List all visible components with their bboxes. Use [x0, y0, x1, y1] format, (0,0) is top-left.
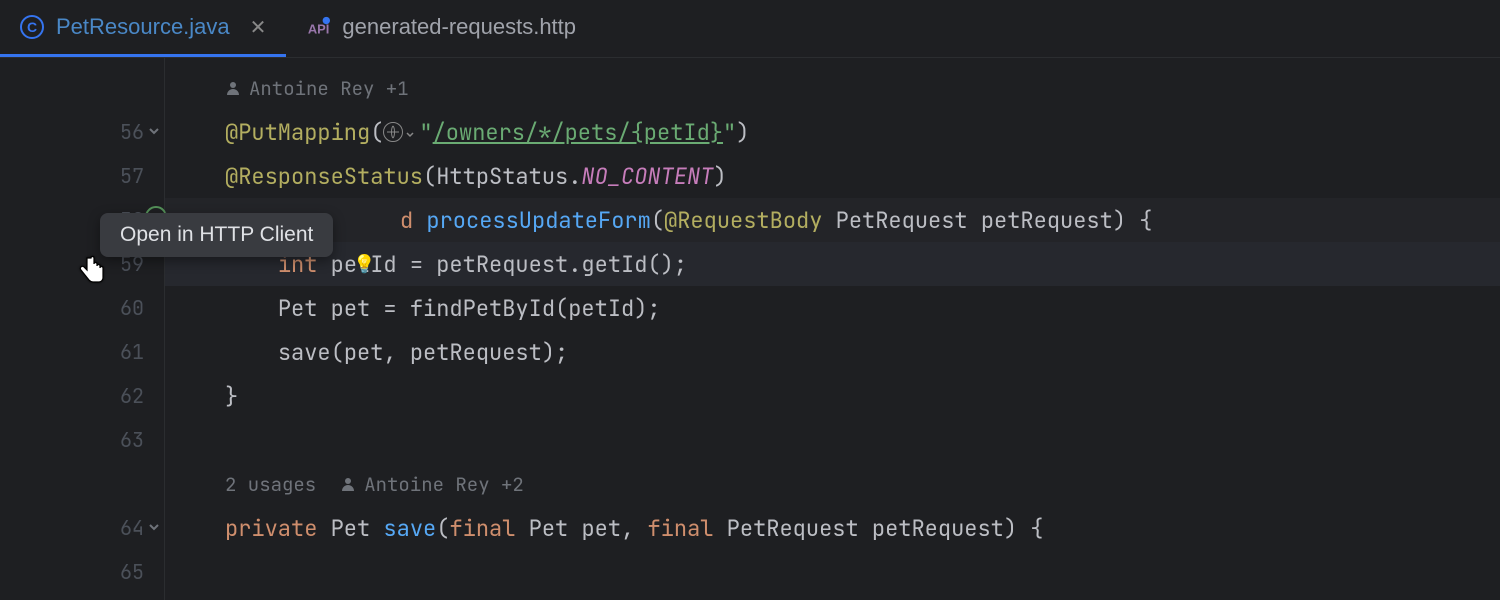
code-vision-hint[interactable]: 2 usages Antoine Rey +2 — [165, 462, 1500, 506]
fold-icon[interactable] — [146, 515, 162, 541]
code-line[interactable] — [165, 418, 1500, 462]
fold-icon[interactable] — [146, 119, 162, 145]
svg-text:C: C — [27, 19, 37, 35]
code-line[interactable]: @ResponseStatus(HttpStatus.NO_CONTENT) — [165, 154, 1500, 198]
code-line[interactable]: @PutMapping("/owners/*/pets/{petId}") — [165, 110, 1500, 154]
bulb-icon[interactable]: 💡 — [353, 253, 375, 276]
line-number[interactable]: 63 — [0, 418, 164, 462]
line-number[interactable]: 56 — [0, 110, 164, 154]
line-number[interactable]: 62 — [0, 374, 164, 418]
author-hint[interactable]: Antoine Rey +2 — [340, 472, 524, 497]
class-icon: C — [20, 15, 44, 39]
code-line[interactable]: Pet pet = findPetById(petId); — [165, 286, 1500, 330]
person-icon — [340, 476, 356, 492]
tab-bar: C PetResource.java ✕ API generated-reque… — [0, 0, 1500, 58]
code-line[interactable]: 💡 int petId = petRequest.getId(); — [165, 242, 1500, 286]
code-vision-hint[interactable]: Antoine Rey +1 — [165, 66, 1500, 110]
usages-hint[interactable]: 2 usages — [225, 472, 316, 497]
editor: 56 57 58 59 60 61 62 63 64 65 — [0, 58, 1500, 600]
line-number[interactable]: 60 — [0, 286, 164, 330]
api-icon: API — [306, 15, 330, 39]
gutter: 56 57 58 59 60 61 62 63 64 65 — [0, 58, 165, 600]
code-line[interactable]: private Pet save(final Pet pet, final Pe… — [165, 506, 1500, 550]
tab-petresource[interactable]: C PetResource.java ✕ — [0, 0, 286, 57]
tab-label: generated-requests.http — [342, 14, 576, 40]
tab-label: PetResource.java — [56, 14, 230, 40]
line-number[interactable]: 64 — [0, 506, 164, 550]
code-area[interactable]: Antoine Rey +1 @PutMapping("/owners/*/pe… — [165, 58, 1500, 600]
code-line[interactable]: d processUpdateForm(@RequestBody PetRequ… — [165, 198, 1500, 242]
line-number[interactable]: 57 — [0, 154, 164, 198]
chevron-down-icon[interactable] — [405, 118, 415, 147]
person-icon — [225, 80, 241, 96]
close-icon[interactable]: ✕ — [250, 15, 267, 40]
code-line[interactable]: save(pet, petRequest); — [165, 330, 1500, 374]
line-number[interactable]: 61 — [0, 330, 164, 374]
code-line[interactable]: } — [165, 374, 1500, 418]
tooltip-open-http-client: Open in HTTP Client — [100, 213, 333, 257]
globe-icon[interactable] — [383, 122, 403, 142]
author-hint[interactable]: Antoine Rey +1 — [225, 76, 409, 101]
line-number[interactable]: 65 — [0, 550, 164, 594]
tab-generated-requests[interactable]: API generated-requests.http — [286, 0, 596, 57]
